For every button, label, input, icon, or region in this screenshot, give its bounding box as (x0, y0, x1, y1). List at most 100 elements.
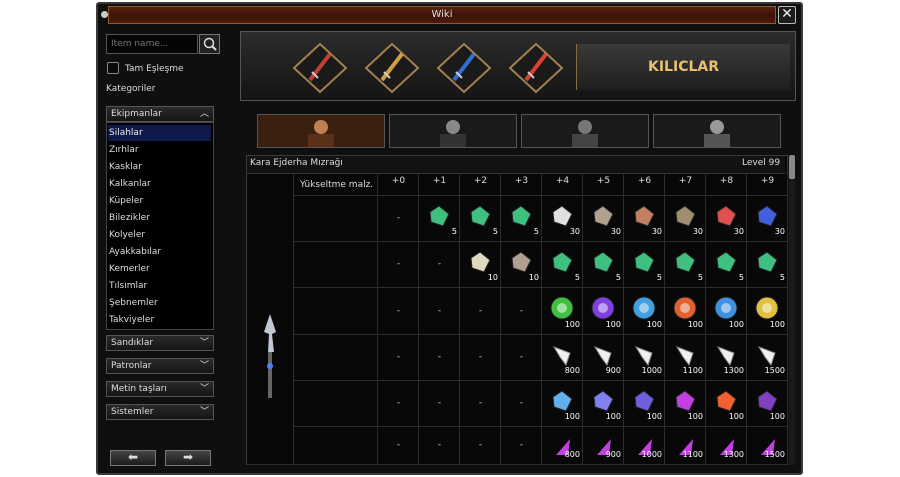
shaman-portrait-icon (654, 115, 780, 147)
weapon-thumb-2[interactable] (364, 42, 420, 94)
empty-cell-value: - (437, 259, 442, 269)
prev-button[interactable]: ⬅ (110, 450, 156, 466)
categories-label: Kategoriler (106, 84, 156, 94)
row-label-cell (294, 381, 378, 427)
category-item-2[interactable]: Zırhlar (108, 142, 211, 158)
category-item-12[interactable]: Takviyeler (108, 312, 211, 328)
sword-icon (364, 42, 420, 94)
dropdown-label: Sandıklar (111, 338, 154, 348)
material-count: 800 (564, 450, 580, 459)
empty-cell-value: - (396, 398, 401, 408)
material-count: 1000 (641, 366, 662, 375)
class-tab-shaman[interactable] (653, 114, 781, 148)
header-cell (294, 174, 378, 196)
empty-cell-value: - (519, 352, 524, 362)
column-header: +6 (637, 176, 652, 186)
empty-cell-value: - (478, 440, 483, 450)
assassin-portrait-icon (390, 115, 516, 147)
material-count: 1100 (682, 450, 703, 459)
column-header: +2 (473, 176, 488, 186)
weapon-thumb-4[interactable] (508, 42, 564, 94)
scrollbar-thumb[interactable] (789, 155, 795, 179)
material-count: 1500 (764, 366, 785, 375)
column-header: +0 (391, 176, 406, 186)
class-tab-warrior[interactable] (257, 114, 385, 148)
weapon-thumb-1[interactable] (292, 42, 348, 94)
banner-title: KILICLAR (576, 44, 790, 90)
material-count: 5 (656, 273, 662, 282)
dropdown-sandiklar[interactable]: Sandıklar ﹀ (106, 335, 214, 351)
class-tab-assassin[interactable] (389, 114, 517, 148)
dropdown-metin-taslari[interactable]: Metin taşları ﹀ (106, 381, 214, 397)
column-header: +4 (555, 176, 570, 186)
material-icon (714, 296, 738, 320)
row-label-cell (294, 196, 378, 242)
next-button[interactable]: ➡ (165, 450, 211, 466)
material-count: 10 (528, 273, 539, 282)
material-count: 1300 (723, 450, 744, 459)
category-item-10[interactable]: Tılsımlar (108, 278, 211, 294)
dropdown-ekipmanlar[interactable]: Ekipmanlar ︿ (106, 106, 214, 122)
material-count: 30 (692, 227, 703, 236)
weapon-thumb-3[interactable] (436, 42, 492, 94)
category-item-6[interactable]: Bilezikler (108, 210, 211, 226)
column-header: +5 (596, 176, 611, 186)
material-count: 100 (564, 412, 580, 421)
category-item-11[interactable]: Şebnemler (108, 295, 211, 311)
empty-cell-value: - (519, 305, 524, 316)
material-count: 100 (605, 412, 621, 421)
empty-cell-value: - (396, 352, 401, 362)
material-count: 100 (646, 412, 662, 421)
material-count: 5 (533, 227, 539, 236)
material-count: 100 (728, 412, 744, 421)
spear-item-icon[interactable] (256, 312, 284, 406)
material-count: 5 (451, 227, 457, 236)
search-input[interactable] (106, 34, 198, 54)
material-count: 100 (728, 320, 744, 329)
empty-cell-value: - (396, 305, 401, 316)
class-tab-sura[interactable] (521, 114, 649, 148)
dropdown-label: Patronlar (111, 361, 152, 371)
dropdown-label: Metin taşları (111, 384, 167, 394)
item-name: Kara Ejderha Mızrağı (250, 158, 343, 168)
empty-cell-value: - (478, 398, 483, 408)
material-count: 100 (687, 412, 703, 421)
material-count: 5 (697, 273, 703, 282)
exact-match-checkbox[interactable] (107, 62, 119, 74)
material-count: 1500 (764, 450, 785, 459)
material-count: 900 (605, 450, 621, 459)
material-count: 5 (574, 273, 580, 282)
search-button[interactable] (199, 34, 220, 54)
category-item-5[interactable]: Küpeler (108, 193, 211, 209)
sword-icon (292, 42, 348, 94)
material-count: 1300 (723, 366, 744, 375)
scrollbar[interactable] (789, 155, 795, 465)
close-button[interactable]: ✕ (778, 6, 796, 24)
empty-cell-value: - (478, 352, 483, 362)
material-icon (550, 296, 574, 320)
sword-icon (508, 42, 564, 94)
chevron-down-icon: ﹀ (199, 361, 209, 371)
material-icon (591, 296, 615, 320)
material-count: 5 (738, 273, 744, 282)
chevron-down-icon: ﹀ (199, 384, 209, 394)
category-item-9[interactable]: Kemerler (108, 261, 211, 277)
material-count: 5 (492, 227, 498, 236)
category-item-4[interactable]: Kalkanlar (108, 176, 211, 192)
material-count: 30 (651, 227, 662, 236)
category-item-1[interactable]: Silahlar (108, 125, 211, 141)
dropdown-patronlar[interactable]: Patronlar ﹀ (106, 358, 214, 374)
category-item-8[interactable]: Ayakkabılar (108, 244, 211, 260)
dropdown-sistemler[interactable]: Sistemler ﹀ (106, 404, 214, 420)
column-header: +7 (678, 176, 693, 186)
warrior-portrait-icon (258, 115, 384, 147)
chevron-down-icon: ﹀ (199, 338, 209, 348)
category-item-3[interactable]: Kasklar (108, 159, 211, 175)
material-count: 100 (646, 320, 662, 329)
spear-icon (264, 314, 276, 398)
category-item-7[interactable]: Kolyeler (108, 227, 211, 243)
window-title: Wiki (431, 9, 453, 20)
column-header: +9 (760, 176, 775, 186)
material-count: 30 (569, 227, 580, 236)
material-count: 10 (487, 273, 498, 282)
